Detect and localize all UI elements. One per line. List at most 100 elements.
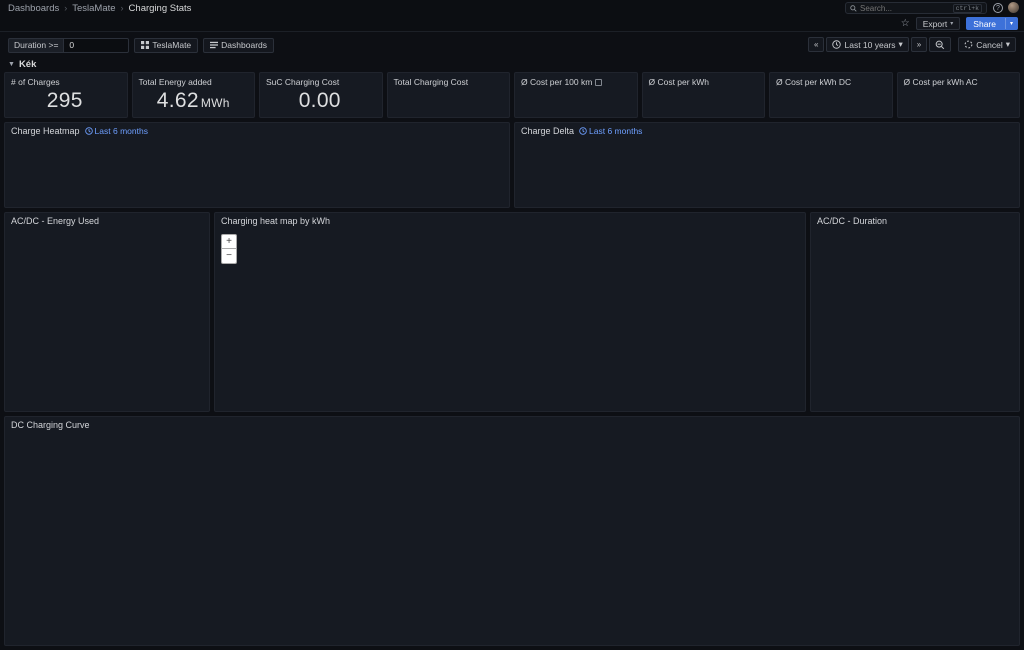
duration-pie-legend [811,383,1019,411]
list-icon [210,41,218,49]
breadcrumb-dashboards[interactable]: Dashboards [8,3,59,14]
spinner-icon [964,40,973,49]
stat-value: 0.00 [260,89,382,113]
panel-acdc-duration[interactable]: AC/DC - Duration [810,212,1020,412]
breadcrumb-separator: › [121,3,124,13]
stat-title: Ø Cost per kWh AC [904,77,978,87]
time-range-picker[interactable]: Last 10 years ▾ [826,37,908,52]
apps-grid-icon [141,41,149,49]
panel-header[interactable]: Charging heat map by kWh [215,213,805,228]
duration-variable: Duration >= [8,38,129,53]
panel-dc-charging-curve[interactable]: DC Charging Curve [4,416,1020,646]
panel-acdc-energy[interactable]: AC/DC - Energy Used [4,212,210,412]
panel-title: Charge Delta [521,126,574,136]
share-button[interactable]: Share ▾ [966,17,1018,30]
stat-panel-cost-per-100km[interactable]: Ø Cost per 100 km [514,72,638,118]
dashboard-action-row: ☆ Export ▾ Share ▾ [0,16,1024,32]
panel-header[interactable]: DC Charging Curve [5,417,1019,432]
chevron-down-icon: ▾ [1006,39,1010,50]
duration-pie-chart [811,228,1019,383]
cancel-label: Cancel [976,40,1002,50]
search-icon [850,5,857,12]
link-dashboards-label: Dashboards [221,40,267,50]
panel-header[interactable]: AC/DC - Duration [811,213,1019,228]
link-teslamate[interactable]: TeslaMate [134,38,198,53]
stat-panel-charges[interactable]: # of Charges 295 [4,72,128,118]
chevron-down-icon: ▼ [8,61,15,68]
stat-title: Ø Cost per kWh DC [776,77,851,87]
panel-charging-map[interactable]: Charging heat map by kWh + − [214,212,806,412]
stat-title: SuC Charging Cost [266,77,339,87]
stat-panel-suc-cost[interactable]: SuC Charging Cost 0.00 [259,72,383,118]
zoom-out-button[interactable] [929,37,951,52]
panel-time-override[interactable]: Last 6 months [85,126,148,136]
stat-title: Ø Cost per kWh [649,77,709,87]
panel-title: DC Charging Curve [11,420,90,430]
help-icon[interactable]: ? [993,3,1003,13]
time-shift-back-button[interactable]: « [808,37,824,52]
panel-link-icon[interactable] [595,79,602,86]
search-shortcut: ctrl+k [953,4,982,13]
clock-icon [579,127,587,135]
top-nav: Dashboards › TeslaMate › Charging Stats … [0,0,1024,16]
export-button[interactable]: Export ▾ [916,17,961,30]
dashboard-row-header[interactable]: ▼ Kék [0,58,1024,71]
panel-header[interactable]: AC/DC - Energy Used [5,213,209,228]
scatter-plot [5,432,1019,645]
breadcrumb-current-page: Charging Stats [129,3,192,14]
panel-title: Charge Heatmap [11,126,80,136]
panel-title: AC/DC - Duration [817,216,887,226]
chevron-down-icon: ▾ [899,39,903,50]
stat-panel-total-energy[interactable]: Total Energy added 4.62MWh [132,72,256,118]
link-dashboards[interactable]: Dashboards [203,38,274,53]
search-box[interactable]: ctrl+k [845,2,987,14]
clock-icon [832,40,841,49]
variables-toolbar: Duration >= TeslaMate Dashboards « Last … [0,34,1024,56]
heatmap-plot [5,138,509,207]
stat-title: Ø Cost per 100 km [521,77,592,87]
stats-row: # of Charges 295 Total Energy added 4.62… [4,72,1020,118]
panel-title: AC/DC - Energy Used [11,216,99,226]
clock-icon [85,127,93,135]
stat-value: 4.62MWh [133,89,255,113]
map-zoom-controls: + − [221,234,237,264]
breadcrumb-separator: › [64,3,67,13]
panel-charge-heatmap[interactable]: Charge Heatmap Last 6 months [4,122,510,208]
panel-header[interactable]: Charge Delta Last 6 months [515,123,1019,138]
link-teslamate-label: TeslaMate [152,40,191,50]
stat-title: # of Charges [11,77,60,87]
stat-panel-total-cost[interactable]: Total Charging Cost [387,72,511,118]
share-label: Share [967,18,1002,29]
energy-pie-legend [5,383,209,411]
stat-panel-cost-per-kwh[interactable]: Ø Cost per kWh [642,72,766,118]
duration-variable-input[interactable] [63,38,129,53]
map-canvas[interactable]: + − [215,228,805,411]
search-input[interactable] [860,4,950,13]
delta-plot [515,138,1019,207]
stat-title: Total Energy added [139,77,212,87]
map-zoom-out-button[interactable]: − [221,249,237,264]
stat-panel-cost-per-kwh-dc[interactable]: Ø Cost per kWh DC [769,72,893,118]
map-zoom-in-button[interactable]: + [221,234,237,249]
time-range-label: Last 10 years [844,40,895,50]
panel-charge-delta[interactable]: Charge Delta Last 6 months [514,122,1020,208]
stat-value: 295 [5,89,127,113]
stat-panel-cost-per-kwh-ac[interactable]: Ø Cost per kWh AC [897,72,1021,118]
panel-header[interactable]: Charge Heatmap Last 6 months [5,123,509,138]
duration-variable-label: Duration >= [8,38,63,53]
time-shift-forward-button[interactable]: » [911,37,927,52]
chevron-down-icon: ▾ [950,20,953,27]
time-controls: « Last 10 years ▾ » Cancel ▾ [808,37,1016,52]
breadcrumb-teslamate[interactable]: TeslaMate [72,3,115,14]
row-title: Kék [19,59,36,70]
share-menu-caret[interactable]: ▾ [1005,18,1017,29]
panel-time-override[interactable]: Last 6 months [579,126,642,136]
energy-pie-chart [5,228,209,383]
star-icon[interactable]: ☆ [901,18,910,29]
zoom-out-icon [935,40,945,50]
panel-title: Charging heat map by kWh [221,216,330,226]
export-label: Export [923,19,948,29]
avatar[interactable] [1008,2,1019,13]
refresh-cancel-button[interactable]: Cancel ▾ [958,37,1016,52]
stat-title: Total Charging Cost [394,77,469,87]
